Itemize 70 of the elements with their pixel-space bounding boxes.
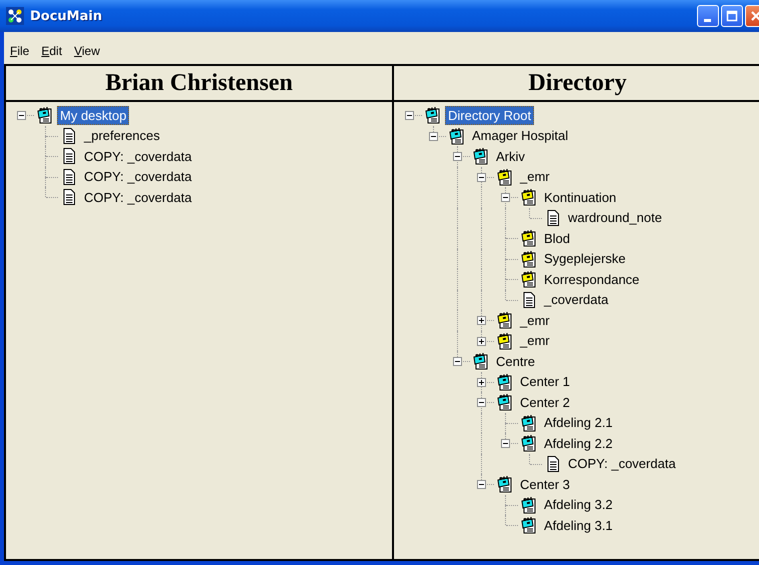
notepad-icon — [472, 147, 490, 166]
expand-icon[interactable] — [477, 336, 486, 346]
tree-item[interactable]: Center 3 — [517, 474, 573, 494]
tree-item[interactable]: wardround_note — [565, 208, 665, 228]
tree-item[interactable]: My desktop — [57, 106, 130, 125]
collapse-icon[interactable] — [501, 193, 510, 202]
tree-item[interactable]: Arkiv — [493, 146, 528, 166]
minimize-button[interactable] — [697, 5, 719, 27]
notepad-icon — [496, 393, 514, 412]
maximize-button[interactable] — [721, 5, 743, 27]
tree-item[interactable]: Afdeling 2.2 — [541, 434, 616, 453]
tree-item[interactable]: Center 1 — [517, 372, 573, 392]
notepad-icon — [520, 188, 538, 206]
tree-item[interactable]: _coverdata — [541, 290, 612, 310]
tree-item[interactable]: Center 2 — [517, 392, 573, 412]
notepad-icon — [496, 372, 514, 391]
collapse-icon[interactable] — [501, 439, 510, 448]
window-title: DocuMain — [30, 8, 104, 24]
notepad-icon — [520, 434, 538, 452]
tree-item[interactable]: _emr — [517, 331, 553, 350]
notepad-icon — [520, 229, 538, 248]
tree-item[interactable]: _preferences — [81, 126, 163, 146]
menu-item[interactable]: File — [10, 44, 30, 58]
tree-item[interactable]: Afdeling 2.1 — [541, 413, 616, 432]
notepad-icon — [520, 516, 538, 534]
notepad-icon — [520, 496, 538, 514]
collapse-icon[interactable] — [477, 480, 486, 489]
panel-heading: Brian Christensen — [105, 70, 293, 96]
notepad-icon — [472, 352, 490, 370]
close-icon — [750, 10, 759, 22]
notepad-icon — [448, 126, 466, 145]
tree-item[interactable]: _emr — [517, 310, 553, 330]
tree-item[interactable]: Afdeling 3.2 — [541, 495, 616, 514]
notepad-icon — [496, 311, 514, 330]
app-icon — [6, 7, 24, 25]
tree-item[interactable]: Amager Hospital — [469, 126, 572, 146]
collapse-icon[interactable] — [453, 357, 462, 366]
collapse-icon[interactable] — [453, 152, 462, 161]
notepad-icon — [520, 414, 538, 432]
collapse-icon[interactable] — [17, 111, 26, 120]
notepad-icon — [36, 106, 54, 124]
collapse-icon[interactable] — [405, 111, 414, 120]
notepad-icon — [424, 106, 442, 124]
tree-item[interactable]: Korrespondance — [541, 270, 642, 289]
expand-icon[interactable] — [477, 378, 486, 386]
tree-item[interactable]: Sygeplejerske — [541, 249, 629, 268]
notepad-icon — [496, 475, 514, 494]
menu-item[interactable]: View — [74, 44, 100, 58]
maximize-icon — [726, 10, 738, 22]
tree-item[interactable]: Afdeling 3.1 — [541, 516, 616, 535]
expand-icon[interactable] — [477, 316, 486, 325]
tree-item[interactable]: COPY: _coverdata — [81, 188, 195, 207]
notepad-icon — [496, 168, 514, 186]
collapse-icon[interactable] — [477, 172, 486, 182]
notepad-icon — [520, 250, 538, 268]
tree-item[interactable]: Kontinuation — [541, 188, 620, 207]
tree-item[interactable]: Directory Root — [445, 106, 534, 125]
collapse-icon[interactable] — [477, 398, 486, 407]
minimize-icon — [704, 18, 710, 22]
menu-item[interactable]: Edit — [41, 44, 62, 58]
tree-item[interactable]: COPY: _coverdata — [565, 454, 679, 474]
tree-item[interactable]: Centre — [493, 352, 538, 371]
notepad-icon — [496, 332, 514, 350]
panel-heading: Directory — [528, 70, 627, 96]
tree-item[interactable]: Blod — [541, 228, 574, 248]
tree-item[interactable]: COPY: _coverdata — [81, 146, 195, 166]
tree-item[interactable]: COPY: _coverdata — [81, 167, 195, 186]
collapse-icon[interactable] — [429, 132, 438, 140]
notepad-icon — [520, 270, 538, 288]
tree-item[interactable]: _emr — [517, 167, 553, 186]
